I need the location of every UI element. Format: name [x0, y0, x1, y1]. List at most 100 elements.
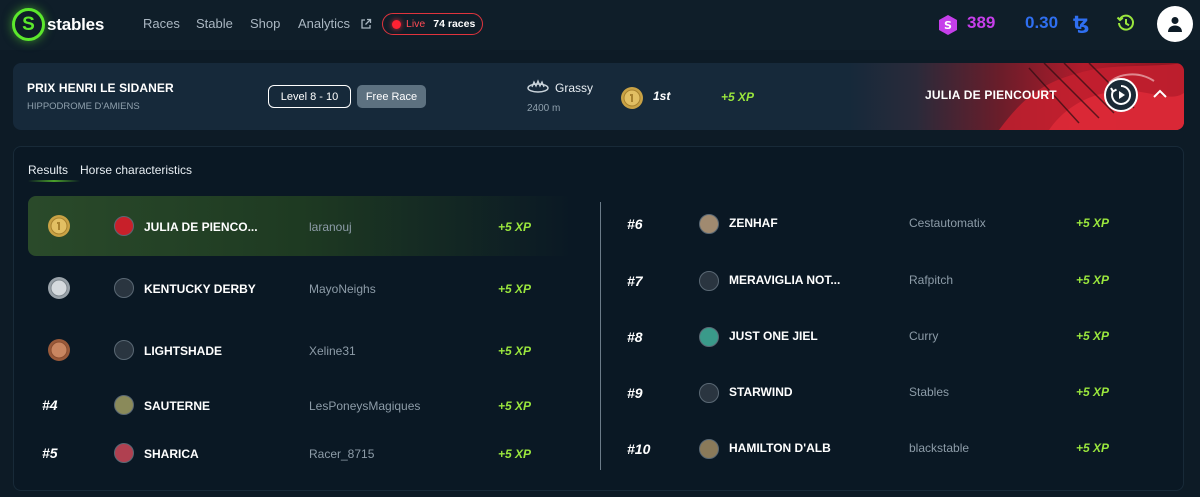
owner-name[interactable]: Curry [909, 329, 938, 343]
xp-reward: +5 XP [1076, 216, 1110, 230]
top-nav: S stables Races Stable Shop Analytics Li… [0, 0, 1200, 50]
result-row-2[interactable]: KENTUCKY DERBY MayoNeighs +5 XP [28, 258, 573, 318]
owner-name[interactable]: Cestautomatix [909, 216, 986, 230]
live-label: Live [406, 18, 426, 30]
result-row-5[interactable]: #5 SHARICA Racer_8715 +5 XP [28, 423, 573, 483]
tab-results[interactable]: Results [28, 163, 68, 177]
result-row-3[interactable]: LIGHTSHADE Xeline31 +5 XP [28, 320, 573, 380]
rank-label: #10 [627, 441, 651, 457]
nav-link-stable[interactable]: Stable [196, 16, 233, 31]
horse-name[interactable]: STARWIND [729, 385, 793, 399]
player-xp: +5 XP [721, 90, 755, 104]
horse-name[interactable]: LIGHTSHADE [144, 344, 222, 358]
live-dot-icon [392, 19, 401, 29]
rank-label: #9 [627, 385, 643, 401]
horse-name[interactable]: JULIA DE PIENCO... [144, 220, 258, 234]
grass-surface-icon [527, 79, 549, 93]
user-account-button[interactable] [1157, 6, 1193, 42]
owner-name[interactable]: Stables [909, 385, 949, 399]
horse-avatar [699, 214, 719, 234]
result-row-6[interactable]: #6 ZENHAF Cestautomatix +5 XP [613, 194, 1173, 254]
horse-avatar [699, 271, 719, 291]
owner-name[interactable]: laranouj [309, 220, 352, 234]
live-count: 74 races [433, 18, 476, 30]
race-distance: 2400 m [527, 103, 561, 114]
rank-label: #5 [42, 445, 58, 461]
replay-icon [1110, 84, 1132, 105]
race-type-badge: Free Race [357, 85, 426, 108]
tab-horse-characteristics[interactable]: Horse characteristics [80, 163, 192, 177]
silver-medal-icon [48, 277, 70, 299]
horse-name[interactable]: SAUTERNE [144, 399, 210, 413]
horse-name[interactable]: JUST ONE JIEL [729, 329, 818, 343]
chevron-up-icon[interactable] [1153, 89, 1167, 99]
xp-reward: +5 XP [498, 220, 532, 234]
xp-reward: +5 XP [1076, 385, 1110, 399]
horse-avatar [114, 443, 134, 463]
result-row-8[interactable]: #8 JUST ONE JIEL Curry +5 XP [613, 307, 1173, 367]
owner-name[interactable]: Racer_8715 [309, 447, 374, 461]
live-races-button[interactable]: Live 74 races [382, 13, 483, 35]
nav-link-shop[interactable]: Shop [250, 16, 280, 31]
logo-text: stables [47, 14, 105, 34]
active-tab-indicator [28, 180, 80, 182]
winner-name: JULIA DE PIENCOURT [925, 88, 1057, 102]
race-venue: HIPPODROME D'AMIENS [27, 101, 140, 112]
xp-reward: +5 XP [1076, 329, 1110, 343]
result-row-10[interactable]: #10 HAMILTON D'ALB blackstable +5 XP [613, 419, 1173, 479]
xp-reward: +5 XP [498, 399, 532, 413]
logo[interactable]: S stables [12, 8, 104, 41]
owner-name[interactable]: Rafpitch [909, 273, 953, 287]
results-panel: Results Horse characteristics JULIA DE P… [13, 146, 1184, 491]
gold-medal-icon [48, 215, 70, 237]
owner-name[interactable]: LesPoneysMagiques [309, 399, 420, 413]
nav-link-analytics-label: Analytics [298, 16, 351, 31]
xp-reward: +5 XP [498, 344, 532, 358]
rank-label: #7 [627, 273, 643, 289]
nav-link-analytics[interactable]: Analytics [298, 16, 372, 31]
result-row-7[interactable]: #7 MERAVIGLIA NOT... Rafpitch +5 XP [613, 251, 1173, 311]
horse-name[interactable]: KENTUCKY DERBY [144, 282, 256, 296]
gem-icon: S [939, 15, 957, 35]
owner-name[interactable]: Xeline31 [309, 344, 356, 358]
horse-avatar [699, 383, 719, 403]
external-link-icon [361, 18, 371, 29]
user-icon [1168, 17, 1182, 32]
result-row-1[interactable]: JULIA DE PIENCO... laranouj +5 XP [28, 196, 573, 256]
gold-medal-icon [621, 87, 643, 109]
history-icon[interactable] [1116, 13, 1136, 33]
owner-name[interactable]: blackstable [909, 441, 969, 455]
xp-reward: +5 XP [1076, 441, 1110, 455]
rank-label: #4 [42, 397, 58, 413]
gem-balance: 389 [967, 13, 996, 32]
xp-reward: +5 XP [498, 447, 532, 461]
horse-avatar [114, 216, 134, 236]
horse-avatar [114, 278, 134, 298]
svg-text:S: S [944, 19, 952, 32]
horse-name[interactable]: SHARICA [144, 447, 199, 461]
replay-button[interactable] [1104, 78, 1138, 112]
race-header[interactable]: PRIX HENRI LE SIDANER HIPPODROME D'AMIEN… [13, 63, 1184, 130]
player-place: 1st [653, 89, 671, 103]
horse-name[interactable]: MERAVIGLIA NOT... [729, 273, 840, 287]
column-divider [600, 202, 601, 470]
race-title: PRIX HENRI LE SIDANER [27, 81, 174, 95]
stables-logo-icon: S [12, 8, 45, 41]
rank-label: #6 [627, 216, 643, 232]
level-badge: Level 8 - 10 [268, 85, 351, 108]
horse-name[interactable]: HAMILTON D'ALB [729, 441, 831, 455]
owner-name[interactable]: MayoNeighs [309, 282, 376, 296]
rank-label: #8 [627, 329, 643, 345]
horse-avatar [699, 327, 719, 347]
horse-avatar [114, 395, 134, 415]
result-row-9[interactable]: #9 STARWIND Stables +5 XP [613, 363, 1173, 423]
xp-reward: +5 XP [1076, 273, 1110, 287]
horse-name[interactable]: ZENHAF [729, 216, 778, 230]
nav-link-races[interactable]: Races [143, 16, 180, 31]
horse-avatar [699, 439, 719, 459]
surface-label: Grassy [555, 81, 594, 95]
xp-reward: +5 XP [498, 282, 532, 296]
tezos-icon: ꜩ [1073, 13, 1090, 34]
tez-balance: 0.30 [1025, 13, 1059, 32]
bronze-medal-icon [48, 339, 70, 361]
